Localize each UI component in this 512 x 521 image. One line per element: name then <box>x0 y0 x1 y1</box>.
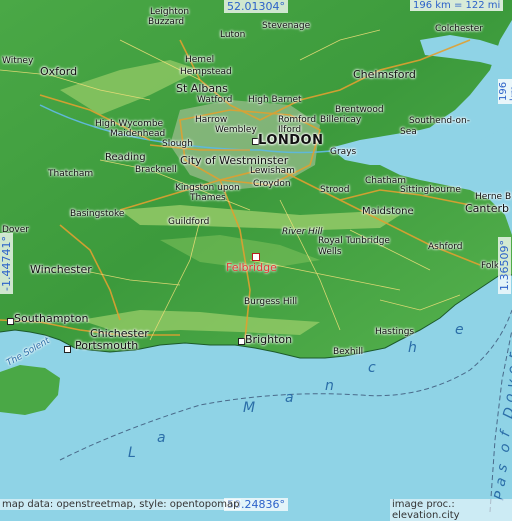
la-manche-letter: M <box>243 400 256 416</box>
la-manche-letter: a <box>157 430 166 446</box>
credit-map-data: map data: openstreetmap, style: opentopo… <box>0 499 242 510</box>
la-manche-letter: h <box>408 340 417 356</box>
la-manche-letter: a <box>285 390 294 406</box>
coord-top-lat: 52.01304° <box>224 0 288 13</box>
coord-left-lon: -1.44741° <box>0 233 13 294</box>
london-marker <box>252 138 259 145</box>
southampton-marker <box>7 318 14 325</box>
la-manche-letter: c <box>368 360 376 376</box>
felbridge-marker <box>252 253 260 261</box>
portsmouth-marker <box>64 346 71 353</box>
credit-image-proc: image proc.: elevation.city <box>390 499 512 521</box>
coord-right-lon: 1.36509° <box>498 237 511 294</box>
la-manche-letter: e <box>455 322 464 338</box>
scale-top: 196 km = 122 mi <box>410 0 504 11</box>
la-manche-letter: n <box>325 378 334 394</box>
scale-right: 196 km = 122 mi <box>498 78 512 104</box>
brighton-marker <box>238 338 245 345</box>
la-manche-letter: L <box>128 445 136 461</box>
